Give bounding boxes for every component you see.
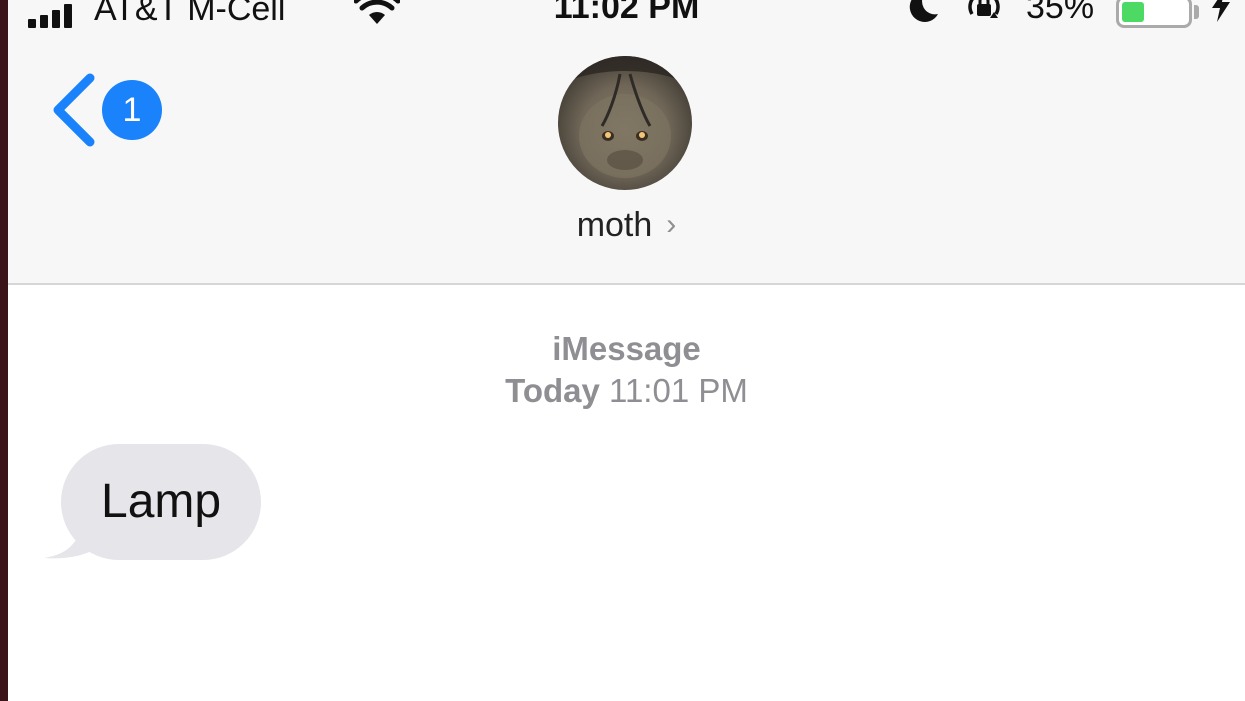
charging-bolt-icon (1212, 0, 1230, 22)
contact-avatar[interactable] (558, 56, 692, 190)
status-bar: AT&T M-Cell 11:02 PM 35% (8, 0, 1245, 30)
moth-photo (558, 56, 692, 190)
moon-icon (909, 0, 938, 22)
message-row: Lamp (40, 444, 280, 564)
service-label: iMessage (552, 330, 701, 367)
battery-cap (1194, 5, 1199, 19)
battery-percent: 35% (1026, 0, 1095, 26)
messages-screen: AT&T M-Cell 11:02 PM 35% 1 moth › iMessa… (0, 0, 1245, 701)
timestamp-time: 11:01 PM (609, 372, 748, 409)
window-edge (0, 0, 8, 701)
battery-level-fill (1122, 2, 1145, 22)
conversation-header: AT&T M-Cell 11:02 PM 35% 1 moth › (8, 0, 1245, 285)
message-timestamp: Today 11:01 PM (8, 372, 1245, 410)
contact-name-button[interactable]: moth › (8, 206, 1245, 245)
chevron-left-icon (53, 73, 95, 147)
back-button[interactable]: 1 (48, 72, 168, 152)
incoming-message-bubble[interactable]: Lamp (61, 444, 262, 560)
rotation-lock-icon (968, 0, 1000, 18)
contact-name: moth (576, 206, 653, 244)
timestamp-day: Today (505, 372, 600, 409)
chevron-right-icon: › (666, 208, 677, 241)
battery-icon (1116, 0, 1192, 28)
unread-count-badge: 1 (102, 80, 162, 140)
